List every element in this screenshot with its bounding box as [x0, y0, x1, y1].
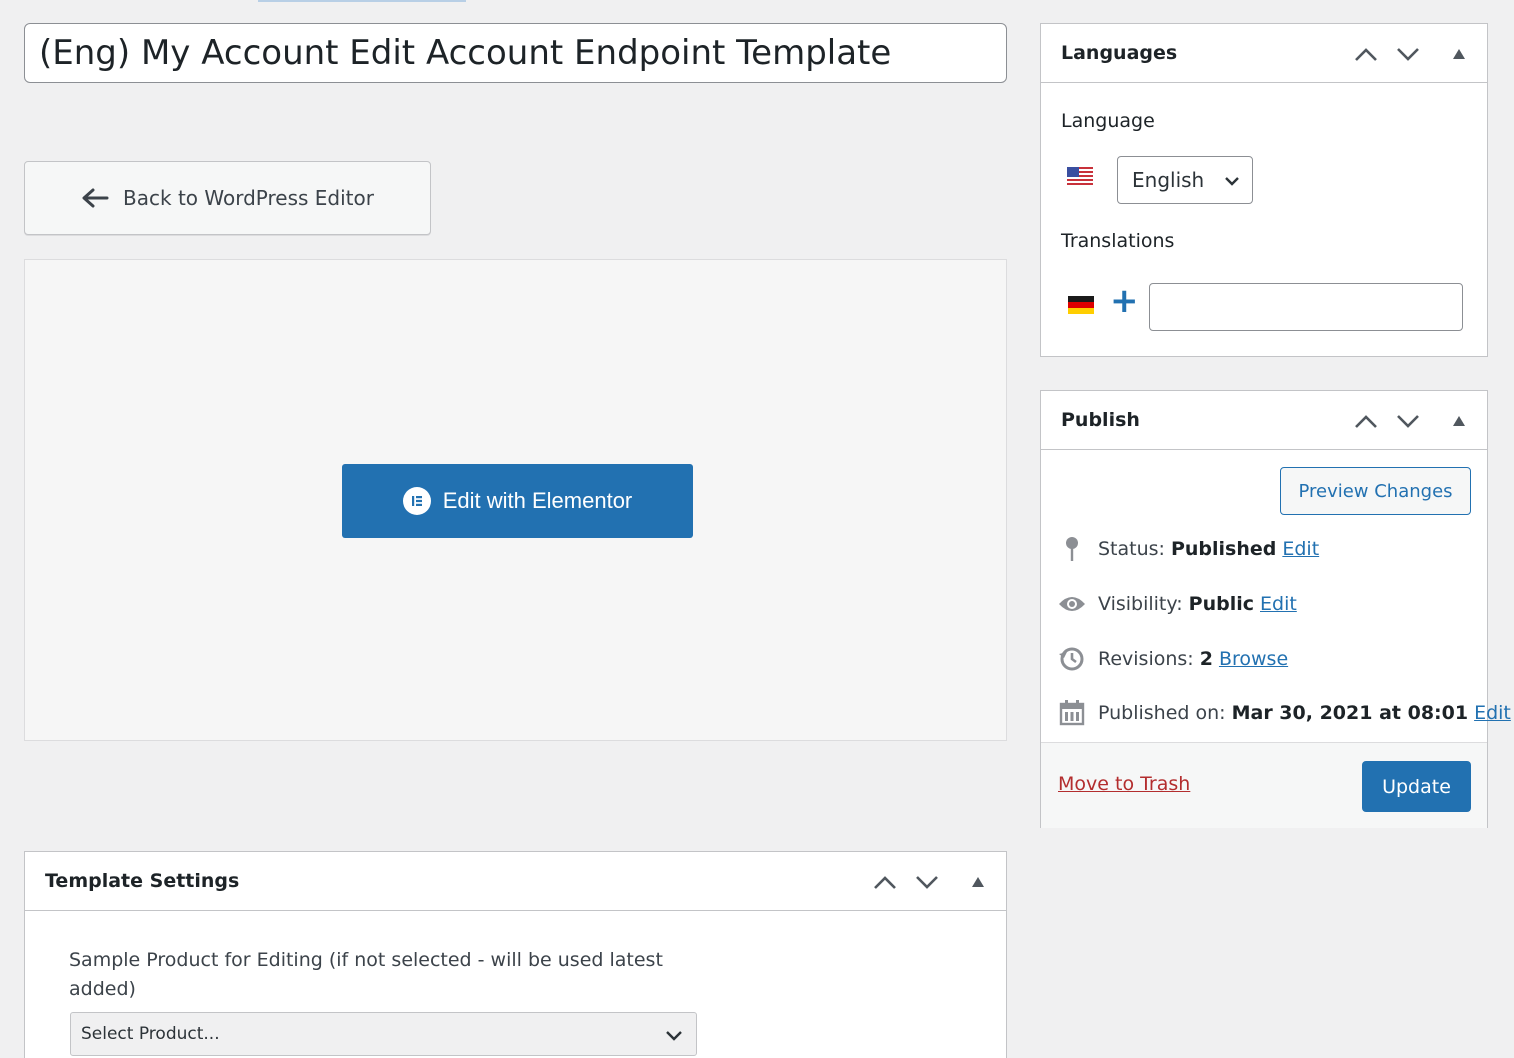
publish-title: Publish — [1061, 409, 1140, 431]
move-down-icon[interactable] — [1395, 41, 1421, 67]
language-select[interactable]: English — [1117, 156, 1253, 204]
history-icon — [1057, 644, 1087, 674]
language-label: Language — [1061, 110, 1155, 132]
revisions-row: Revisions: 2 Browse — [1057, 644, 1288, 674]
publish-header: Publish — [1041, 391, 1487, 450]
back-button-label: Back to WordPress Editor — [123, 186, 374, 210]
chevron-down-icon — [666, 1031, 682, 1041]
status-row: Status: Published Edit — [1057, 534, 1319, 564]
languages-title: Languages — [1061, 42, 1178, 64]
sample-product-label: Sample Product for Editing (if not selec… — [69, 949, 663, 1000]
move-up-icon[interactable] — [1353, 408, 1379, 434]
published-on-label: Published on: — [1098, 702, 1226, 724]
calendar-icon — [1057, 698, 1087, 728]
visibility-label: Visibility: — [1098, 593, 1183, 615]
back-to-wordpress-editor-button[interactable]: Back to WordPress Editor — [24, 161, 431, 235]
revisions-label: Revisions: — [1098, 648, 1194, 670]
us-flag-icon — [1067, 167, 1093, 185]
languages-box: Languages Language English Translations — [1040, 23, 1488, 357]
translation-input[interactable] — [1149, 283, 1463, 331]
status-edit-link[interactable]: Edit — [1282, 538, 1319, 560]
languages-header: Languages — [1041, 24, 1487, 83]
visibility-value: Public — [1188, 593, 1254, 615]
publish-actions: Move to Trash Update — [1041, 742, 1487, 828]
status-label: Status: — [1098, 538, 1165, 560]
collapse-toggle-icon[interactable] — [1449, 41, 1469, 67]
published-on-value: Mar 30, 2021 at 08:01 — [1231, 702, 1469, 724]
elementor-editor-area: Edit with Elementor — [24, 259, 1007, 741]
revisions-value: 2 — [1199, 648, 1213, 670]
move-down-icon[interactable] — [1395, 408, 1421, 434]
move-down-icon[interactable] — [914, 869, 940, 895]
top-link-underline — [258, 0, 466, 2]
translations-label: Translations — [1061, 230, 1175, 252]
chevron-down-icon — [1225, 177, 1239, 186]
pin-icon — [1057, 534, 1087, 564]
preview-changes-button[interactable]: Preview Changes — [1280, 467, 1471, 515]
arrow-left-icon — [82, 188, 109, 208]
status-value: Published — [1170, 538, 1277, 560]
product-select-value: Select Product... — [81, 1024, 220, 1044]
published-on-edit-link[interactable]: Edit — [1474, 702, 1511, 724]
post-title-input[interactable]: (Eng) My Account Edit Account Endpoint T… — [24, 23, 1007, 83]
edit-with-elementor-button[interactable]: Edit with Elementor — [342, 464, 693, 538]
template-settings-header: Template Settings — [25, 852, 1006, 911]
elementor-logo-icon — [402, 487, 431, 515]
move-to-trash-link[interactable]: Move to Trash — [1058, 773, 1190, 795]
template-settings-box: Template Settings Sample Product for Edi… — [24, 851, 1007, 1058]
visibility-row: Visibility: Public Edit — [1057, 589, 1297, 619]
edit-with-elementor-label: Edit with Elementor — [442, 488, 633, 513]
visibility-edit-link[interactable]: Edit — [1260, 593, 1297, 615]
collapse-toggle-icon[interactable] — [1449, 408, 1469, 434]
german-flag-icon — [1068, 296, 1094, 314]
move-up-icon[interactable] — [1353, 41, 1379, 67]
language-select-value: English — [1132, 168, 1205, 192]
add-translation-icon[interactable]: + — [1110, 284, 1139, 318]
publish-box: Publish Preview Changes Status: Publishe… — [1040, 390, 1511, 828]
update-button[interactable]: Update — [1362, 761, 1471, 812]
revisions-browse-link[interactable]: Browse — [1219, 648, 1288, 670]
sample-product-select[interactable]: Select Product... — [70, 1012, 697, 1056]
template-settings-title: Template Settings — [45, 870, 240, 892]
collapse-toggle-icon[interactable] — [968, 869, 988, 895]
published-on-row: Published on: Mar 30, 2021 at 08:01 Edit — [1057, 698, 1511, 728]
eye-icon — [1057, 589, 1087, 619]
move-up-icon[interactable] — [872, 869, 898, 895]
